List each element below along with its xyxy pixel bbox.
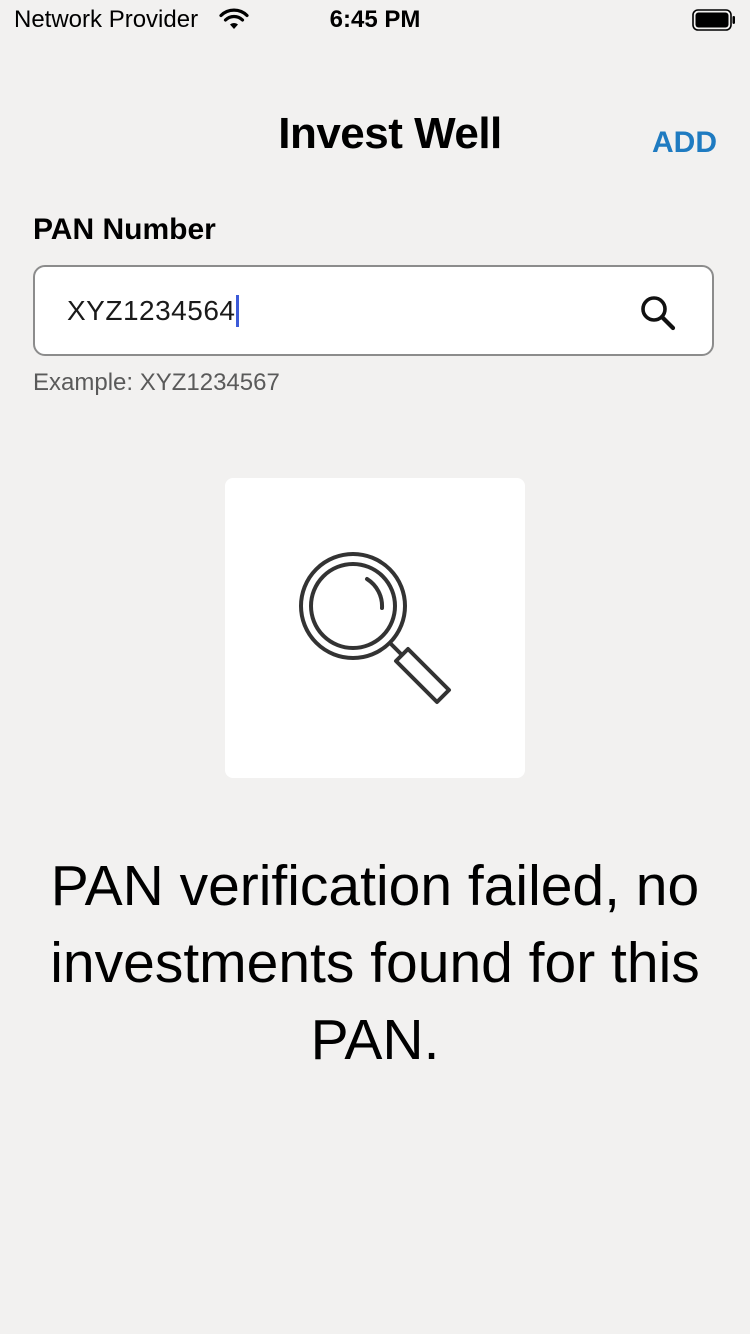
pan-number-input[interactable]: XYZ1234564 [33, 265, 714, 356]
page-title: Invest Well [278, 109, 502, 158]
pan-number-input-text[interactable]: XYZ1234564 [67, 293, 240, 329]
add-button[interactable]: ADD [652, 124, 717, 162]
text-caret [236, 294, 240, 327]
magnifier-icon [299, 552, 451, 704]
pan-number-value[interactable]: XYZ1234564 [67, 295, 235, 326]
verification-failed-message: PAN verification failed, no investments … [50, 854, 700, 1072]
pan-number-label: PAN Number [33, 213, 216, 246]
pan-example-hint: Example: XYZ1234567 [33, 369, 280, 396]
empty-state-illustration [225, 478, 525, 778]
status-bar: Network Provider 6:45 PM [0, 0, 750, 40]
battery-icon [692, 9, 735, 31]
search-icon[interactable] [638, 293, 678, 333]
status-time: 6:45 PM [329, 6, 421, 33]
